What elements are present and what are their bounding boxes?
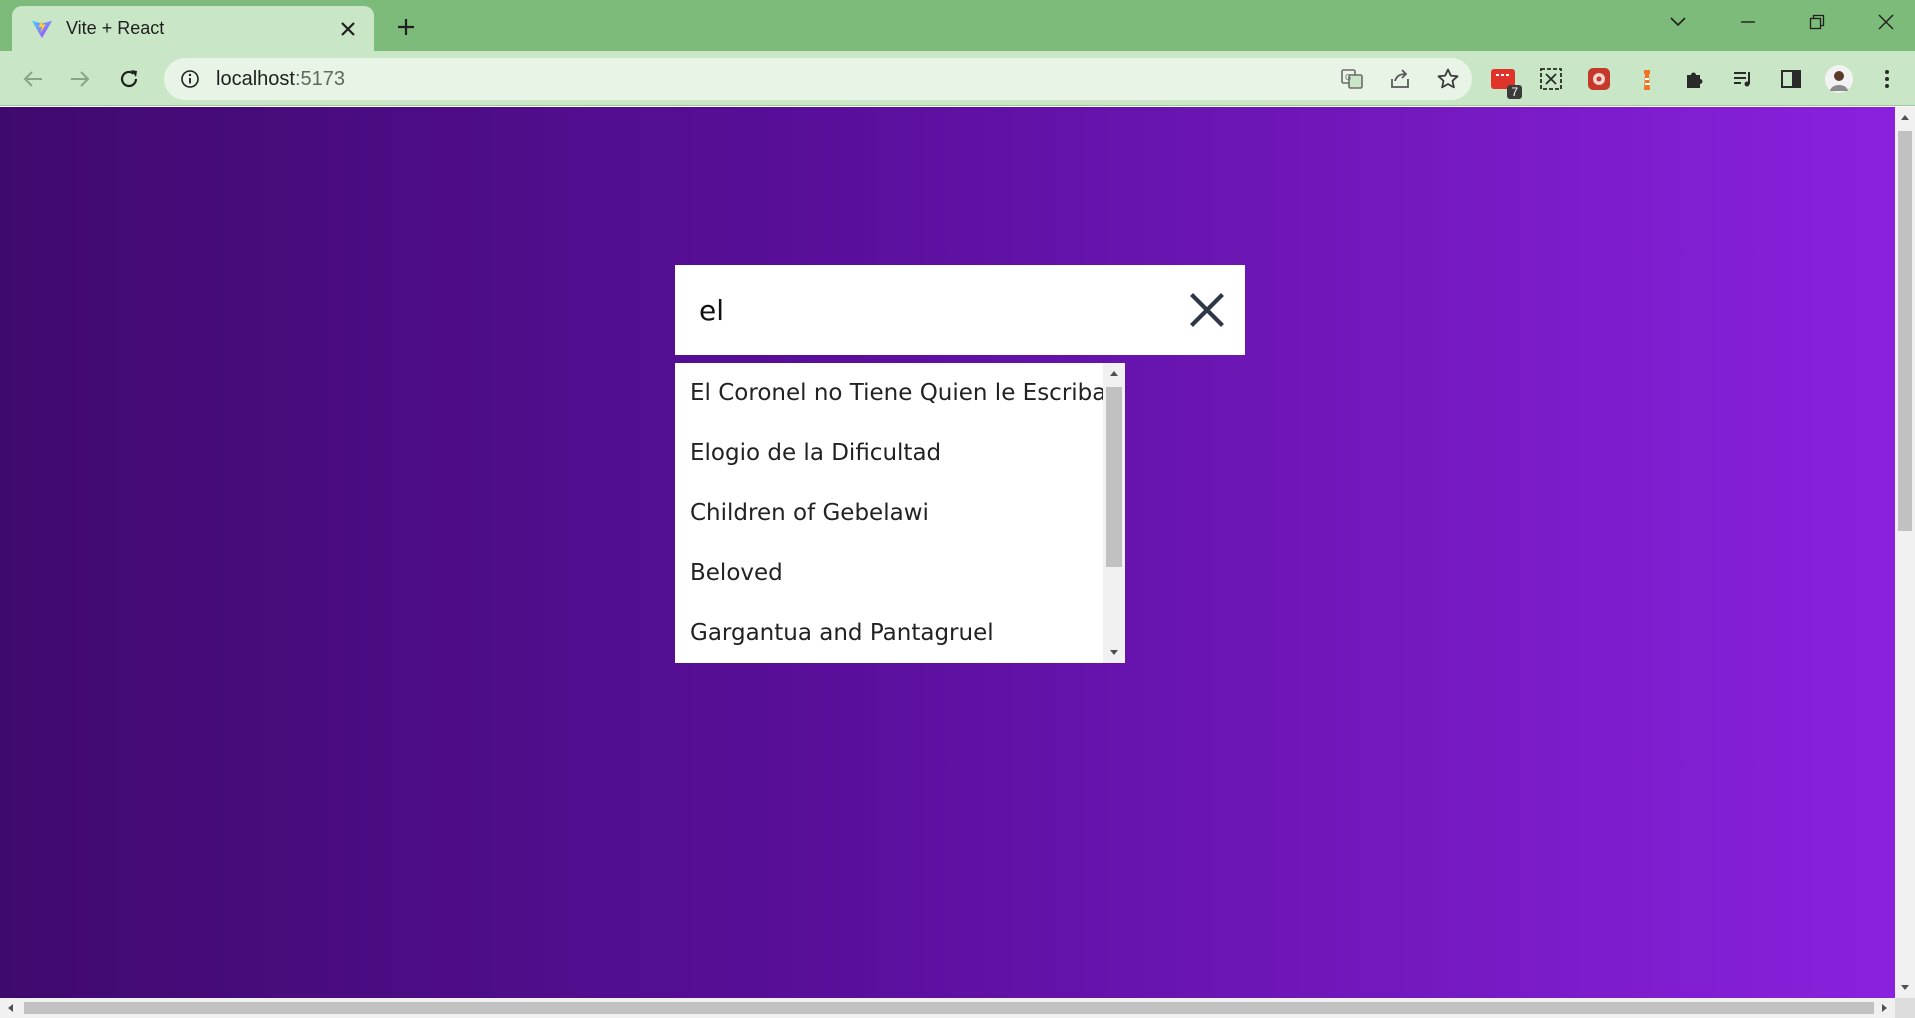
tab-close-icon[interactable] — [334, 15, 362, 43]
results-scrollbar[interactable] — [1103, 363, 1125, 663]
vite-logo-icon — [30, 17, 54, 41]
side-panel-icon[interactable] — [1774, 62, 1808, 96]
browser-toolbar: localhost:5173 G 7 — [0, 51, 1915, 106]
url-host: localhost — [216, 67, 295, 90]
forward-arrow-icon[interactable] — [63, 62, 97, 96]
translate-icon[interactable]: G — [1336, 63, 1368, 95]
page-vertical-scrollbar[interactable] — [1895, 107, 1915, 998]
results-list: El Coronel no Tiene Quien le Escriba Elo… — [675, 363, 1106, 663]
profile-avatar[interactable] — [1822, 62, 1856, 96]
page-horizontal-scrollbar-thumb[interactable] — [24, 1002, 1874, 1014]
share-icon[interactable] — [1384, 63, 1416, 95]
page-vertical-scrollbar-thumb[interactable] — [1898, 131, 1912, 531]
tab-strip: Vite + React — [0, 0, 1915, 51]
close-window-icon[interactable] — [1866, 6, 1906, 38]
minimize-icon[interactable] — [1728, 6, 1768, 38]
address-url: localhost:5173 — [216, 68, 345, 91]
bookmark-star-icon[interactable] — [1432, 63, 1464, 95]
list-item[interactable]: Children of Gebelawi — [675, 483, 1101, 543]
browser-tab[interactable]: Vite + React — [12, 6, 374, 51]
extension-red-icon[interactable]: 7 — [1486, 62, 1522, 99]
svg-text:G: G — [1345, 73, 1351, 82]
extension-colorful-icon[interactable] — [1582, 62, 1616, 96]
list-item[interactable]: El Coronel no Tiene Quien le Escriba — [675, 363, 1106, 423]
reload-icon[interactable] — [112, 62, 146, 96]
menu-kebab-icon[interactable] — [1870, 62, 1904, 96]
list-item[interactable]: Beloved — [675, 543, 1101, 603]
back-arrow-icon[interactable] — [16, 62, 50, 96]
site-info-icon[interactable] — [178, 67, 202, 91]
scroll-up-arrow-icon[interactable] — [1106, 365, 1122, 381]
page-scroll-left-arrow-icon[interactable] — [2, 1000, 18, 1016]
url-port: :5173 — [294, 67, 345, 90]
media-playlist-icon[interactable] — [1726, 62, 1760, 96]
restore-icon[interactable] — [1797, 6, 1837, 38]
scrollbar-corner — [1895, 998, 1915, 1018]
new-tab-plus-icon[interactable] — [390, 11, 422, 43]
extension-lighthouse-icon[interactable] — [1630, 62, 1664, 96]
close-icon[interactable] — [1187, 290, 1227, 330]
page-horizontal-scrollbar[interactable] — [0, 998, 1895, 1018]
tab-title: Vite + React — [66, 18, 165, 38]
search-input[interactable] — [697, 280, 1157, 340]
address-bar[interactable]: localhost:5173 G — [164, 58, 1472, 100]
extensions-puzzle-icon[interactable] — [1678, 62, 1712, 96]
list-item[interactable]: Gargantua and Pantagruel — [675, 603, 1101, 663]
page-viewport: El Coronel no Tiene Quien le Escriba Elo… — [0, 107, 1895, 998]
page-scroll-down-arrow-icon[interactable] — [1897, 980, 1913, 996]
page-scroll-right-arrow-icon[interactable] — [1877, 1000, 1893, 1016]
page-scroll-up-arrow-icon[interactable] — [1897, 109, 1913, 125]
screenshot-extension-icon[interactable] — [1534, 62, 1568, 96]
tab-search-chevron-icon[interactable] — [1658, 6, 1698, 38]
extension-badge: 7 — [1507, 85, 1522, 99]
results-scrollbar-thumb[interactable] — [1106, 387, 1122, 567]
list-item[interactable]: Elogio de la Dificultad — [675, 423, 1101, 483]
search-box — [675, 265, 1245, 355]
search-results-dropdown: El Coronel no Tiene Quien le Escriba Elo… — [675, 363, 1125, 663]
scroll-down-arrow-icon[interactable] — [1106, 645, 1122, 661]
